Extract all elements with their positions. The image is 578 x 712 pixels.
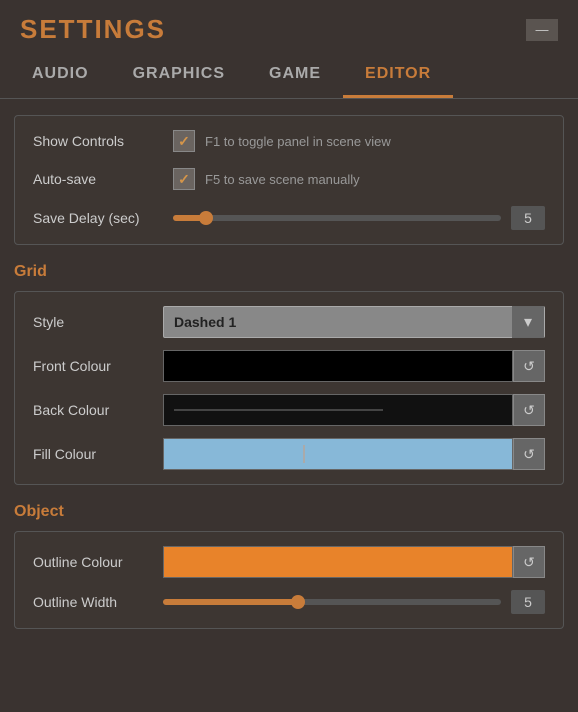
front-colour-label: Front Colour xyxy=(33,358,163,374)
style-value: Dashed 1 xyxy=(164,314,512,330)
save-delay-label: Save Delay (sec) xyxy=(33,210,173,226)
back-colour-reset[interactable]: ↺ xyxy=(513,394,545,426)
grid-panel: Style Dashed 1 ▾ Front Colour ↺ xyxy=(14,291,564,485)
fill-colour-swatch[interactable] xyxy=(163,438,513,470)
outline-colour-control: ↺ xyxy=(163,546,545,578)
object-section: Object Outline Colour ↺ Outline Width xyxy=(14,503,564,629)
tab-graphics[interactable]: GRAPHICS xyxy=(111,53,247,98)
tab-game[interactable]: GAME xyxy=(247,53,343,98)
settings-page: SETTINGS — AUDIO GRAPHICS GAME EDITOR Sh… xyxy=(0,0,578,712)
close-button[interactable]: — xyxy=(526,19,558,41)
show-controls-control: F1 to toggle panel in scene view xyxy=(173,130,391,152)
outline-width-thumb[interactable] xyxy=(291,595,305,609)
grid-section: Grid Style Dashed 1 ▾ Front Colour ↺ xyxy=(14,263,564,485)
object-panel: Outline Colour ↺ Outline Width 5 xyxy=(14,531,564,629)
object-heading: Object xyxy=(14,503,564,521)
front-colour-reset[interactable]: ↺ xyxy=(513,350,545,382)
save-delay-row: Save Delay (sec) 5 xyxy=(33,206,545,230)
save-delay-track[interactable] xyxy=(173,215,501,221)
style-label: Style xyxy=(33,314,163,330)
fill-colour-label: Fill Colour xyxy=(33,446,163,462)
show-controls-checkbox[interactable] xyxy=(173,130,195,152)
auto-save-row: Auto-save F5 to save scene manually xyxy=(33,168,545,190)
back-colour-row: Back Colour ↺ xyxy=(33,394,545,426)
style-dropdown[interactable]: Dashed 1 ▾ xyxy=(163,306,545,338)
nav-tabs: AUDIO GRAPHICS GAME EDITOR xyxy=(0,53,578,99)
back-colour-swatch[interactable] xyxy=(163,394,513,426)
save-delay-slider-row: 5 xyxy=(173,206,545,230)
outline-width-fill xyxy=(163,599,298,605)
tab-audio[interactable]: AUDIO xyxy=(10,53,111,98)
fill-colour-reset[interactable]: ↺ xyxy=(513,438,545,470)
outline-width-track[interactable] xyxy=(163,599,501,605)
show-controls-label: Show Controls xyxy=(33,133,173,149)
front-colour-swatch[interactable] xyxy=(163,350,513,382)
tab-editor[interactable]: EDITOR xyxy=(343,53,453,98)
auto-save-hint: F5 to save scene manually xyxy=(205,172,360,187)
auto-save-checkbox[interactable] xyxy=(173,168,195,190)
fill-colour-control: ↺ xyxy=(163,438,545,470)
outline-colour-row: Outline Colour ↺ xyxy=(33,546,545,578)
style-row: Style Dashed 1 ▾ xyxy=(33,306,545,338)
outline-width-row: Outline Width 5 xyxy=(33,590,545,614)
show-controls-row: Show Controls F1 to toggle panel in scen… xyxy=(33,130,545,152)
grid-heading: Grid xyxy=(14,263,564,281)
auto-save-label: Auto-save xyxy=(33,171,173,187)
outline-width-value: 5 xyxy=(511,590,545,614)
front-colour-row: Front Colour ↺ xyxy=(33,350,545,382)
header: SETTINGS — xyxy=(0,0,578,53)
save-delay-value: 5 xyxy=(511,206,545,230)
outline-colour-reset[interactable]: ↺ xyxy=(513,546,545,578)
editor-settings-panel: Show Controls F1 to toggle panel in scen… xyxy=(14,115,564,245)
dropdown-arrow-icon: ▾ xyxy=(512,306,544,338)
outline-colour-swatch[interactable] xyxy=(163,546,513,578)
outline-width-slider-row: 5 xyxy=(163,590,545,614)
save-delay-thumb[interactable] xyxy=(199,211,213,225)
fill-colour-row: Fill Colour ↺ xyxy=(33,438,545,470)
outline-colour-label: Outline Colour xyxy=(33,554,163,570)
page-title: SETTINGS xyxy=(20,14,166,45)
front-colour-control: ↺ xyxy=(163,350,545,382)
content-area: Show Controls F1 to toggle panel in scen… xyxy=(0,99,578,712)
show-controls-hint: F1 to toggle panel in scene view xyxy=(205,134,391,149)
outline-width-label: Outline Width xyxy=(33,594,163,610)
back-colour-control: ↺ xyxy=(163,394,545,426)
back-colour-label: Back Colour xyxy=(33,402,163,418)
auto-save-control: F5 to save scene manually xyxy=(173,168,360,190)
